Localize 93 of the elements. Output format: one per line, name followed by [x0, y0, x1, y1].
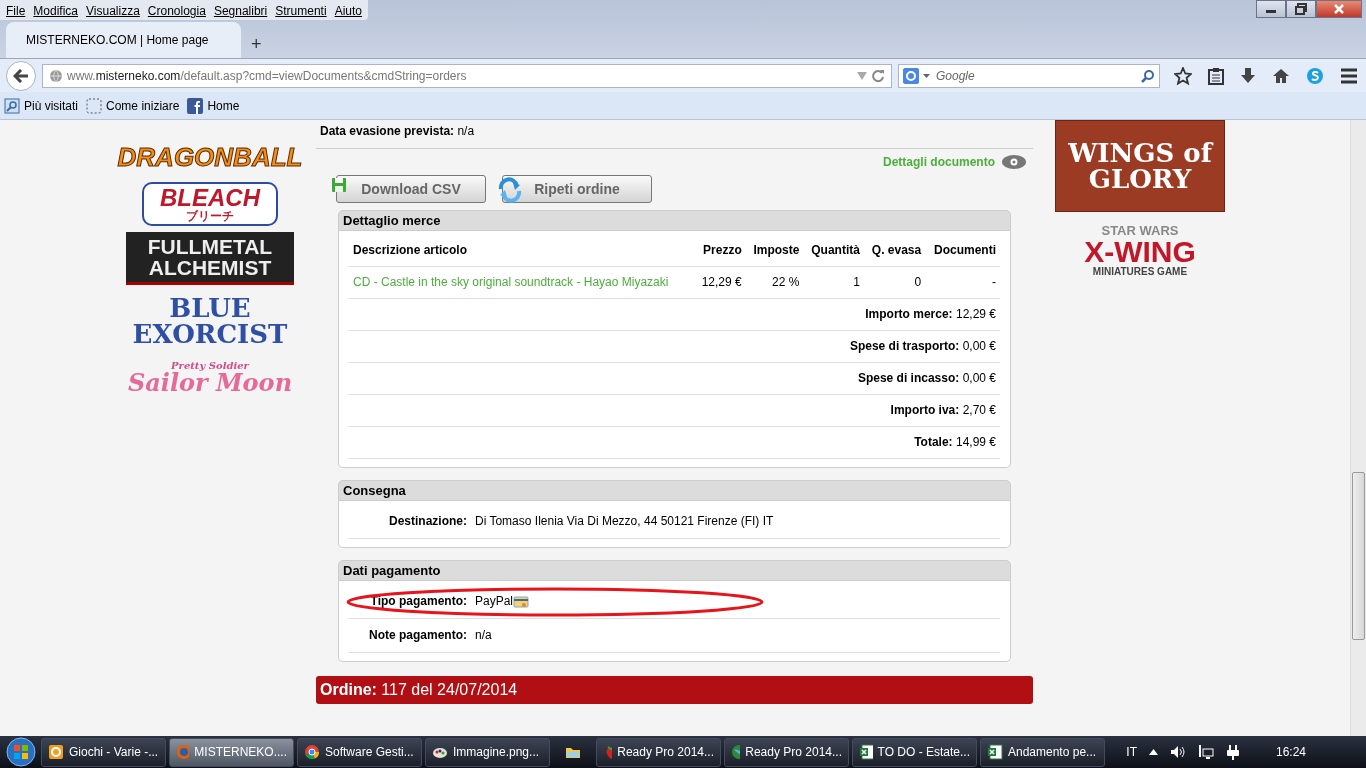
- floppy-icon: [331, 177, 347, 193]
- restore-button[interactable]: [1286, 0, 1316, 18]
- table-cell: 22 %: [745, 266, 804, 299]
- address-bar[interactable]: www.misterneko.com/default.asp?cmd=viewDocuments&cmdString=orders: [42, 63, 892, 88]
- section-header: Dettaglio merce: [338, 210, 1011, 231]
- taskbar-button[interactable]: Software Gesti...: [297, 737, 422, 767]
- order-title: Ordine: 117 del 24/07/2014: [316, 676, 1033, 704]
- payment-card-icon: [513, 594, 530, 609]
- section-header: Dati pagamento: [338, 560, 1011, 581]
- skype-icon[interactable]: [1306, 66, 1324, 85]
- bookmark-link[interactable]: Home: [207, 96, 240, 115]
- clock-text[interactable]: 16:24: [1275, 743, 1306, 761]
- reload-icon[interactable]: [871, 68, 885, 83]
- facebook-icon: [187, 97, 204, 114]
- globe-icon: [731, 744, 741, 760]
- taskbar-button[interactable]: TO DO - Estate...: [852, 737, 977, 767]
- section-header: Consegna: [338, 480, 1011, 501]
- field-value: Di Tomaso Ilenia Via Di Mezzo, 44 50121 Firenze (FI) IT: [475, 514, 774, 529]
- language-indicator[interactable]: IT: [1126, 743, 1137, 761]
- taskbar-button[interactable]: Andamento pe...: [980, 737, 1105, 767]
- magnifier-icon: [4, 97, 20, 114]
- eye-icon[interactable]: [1001, 154, 1027, 170]
- dashed-square-icon: [86, 97, 103, 114]
- taskbar-button[interactable]: MISTERNEKO....: [169, 737, 294, 767]
- back-button[interactable]: [6, 60, 36, 91]
- menu-item[interactable]: Strumenti: [271, 0, 331, 20]
- series-logo[interactable]: BLUE EXORCIST: [132, 291, 288, 351]
- star-icon[interactable]: [1174, 66, 1192, 85]
- column-header: Descrizione articolo: [349, 235, 695, 267]
- refresh-icon: [497, 177, 523, 203]
- series-logo[interactable]: STAR WARS X-WING MINIATURES GAME: [1055, 220, 1225, 281]
- series-logo[interactable]: BLEACH ブリーチ: [142, 182, 278, 226]
- close-icon: [1333, 3, 1345, 15]
- series-logo[interactable]: FULLMETAL ALCHEMIST: [126, 232, 294, 285]
- field-value: PayPal: [475, 594, 514, 609]
- envelope-app-icon: [48, 744, 64, 760]
- menu-icon[interactable]: [1340, 67, 1358, 84]
- column-header: Q. evasa: [863, 235, 926, 267]
- field-label: Destinazione:: [388, 514, 468, 529]
- total-text: Spese di trasporto: 0,00 €: [349, 330, 1000, 363]
- url-text: www.misterneko.com/default.asp?cmd=viewDocuments&cmdString=orders: [67, 67, 468, 85]
- start-button[interactable]: [4, 737, 38, 767]
- fox-globe-icon: [176, 744, 190, 760]
- table-cell: 12,29 €: [694, 266, 746, 299]
- total-text: Totale: 14,99 €: [349, 426, 1000, 459]
- browser-tab[interactable]: MISTERNEKO.COM | Home page: [6, 22, 241, 58]
- search-icon[interactable]: [1141, 68, 1155, 83]
- spreadsheet-icon: [859, 744, 873, 760]
- reading-list-icon[interactable]: [1208, 66, 1224, 85]
- home-icon[interactable]: [1272, 67, 1290, 84]
- total-text: Importo merce: 12,29 €: [349, 298, 1000, 331]
- minimize-button[interactable]: [1256, 0, 1286, 18]
- menu-item[interactable]: Aiuto: [330, 0, 366, 20]
- total-text: Importo iva: 2,70 €: [349, 394, 1000, 427]
- series-logo[interactable]: WINGS of GLORY: [1055, 120, 1225, 212]
- download-icon[interactable]: [1240, 66, 1256, 85]
- speaker-icon[interactable]: [1169, 745, 1186, 759]
- back-arrow-icon: [13, 68, 29, 83]
- menu-item[interactable]: File: [2, 0, 30, 20]
- globe-icon: [49, 68, 63, 83]
- table-cell: 0: [863, 266, 926, 299]
- taskbar-button[interactable]: Immagine.png...: [425, 737, 550, 767]
- menu-item[interactable]: Cronologia: [143, 0, 210, 20]
- new-tab-button[interactable]: +: [241, 31, 272, 58]
- caret-icon[interactable]: [1148, 749, 1158, 755]
- menu-item[interactable]: Segnalibri: [209, 0, 272, 20]
- spreadsheet-icon: [987, 744, 1003, 760]
- total-text: Spese di incasso: 0,00 €: [349, 362, 1000, 395]
- table-cell: 1: [803, 266, 864, 299]
- google-icon[interactable]: [903, 67, 919, 84]
- power-plug-icon[interactable]: [1225, 744, 1240, 760]
- taskbar-button[interactable]: Ready Pro 2014...: [596, 737, 721, 767]
- column-header: Imposte: [745, 235, 804, 267]
- bookmark-link[interactable]: Come iniziare: [106, 96, 180, 115]
- menu-item[interactable]: Visualizza: [82, 0, 144, 20]
- menu-item[interactable]: Modifica: [29, 0, 83, 20]
- browser-icon: [304, 744, 320, 760]
- scrollbar[interactable]: [1350, 120, 1366, 736]
- column-header: Documenti: [925, 235, 1000, 267]
- column-header: Prezzo: [694, 235, 746, 267]
- field-value: n/a: [475, 628, 492, 643]
- restore-icon: [1295, 3, 1307, 15]
- bookmark-link[interactable]: Più visitati: [24, 96, 79, 115]
- taskbar-button[interactable]: Ready Pro 2014...: [724, 737, 849, 767]
- series-logo[interactable]: Pretty Soldier Sailor Moon: [127, 357, 293, 399]
- network-icon[interactable]: [1197, 744, 1214, 760]
- taskbar-button[interactable]: Giochi - Varie -...: [41, 737, 166, 767]
- close-button[interactable]: [1316, 0, 1362, 18]
- field-label: Note pagamento:: [368, 628, 468, 643]
- search-field[interactable]: Google: [898, 63, 1160, 88]
- column-header: Quantità: [803, 235, 864, 267]
- shipping-date-text: Data evasione prevista: n/a: [316, 120, 1033, 149]
- table-cell: -: [925, 266, 1000, 299]
